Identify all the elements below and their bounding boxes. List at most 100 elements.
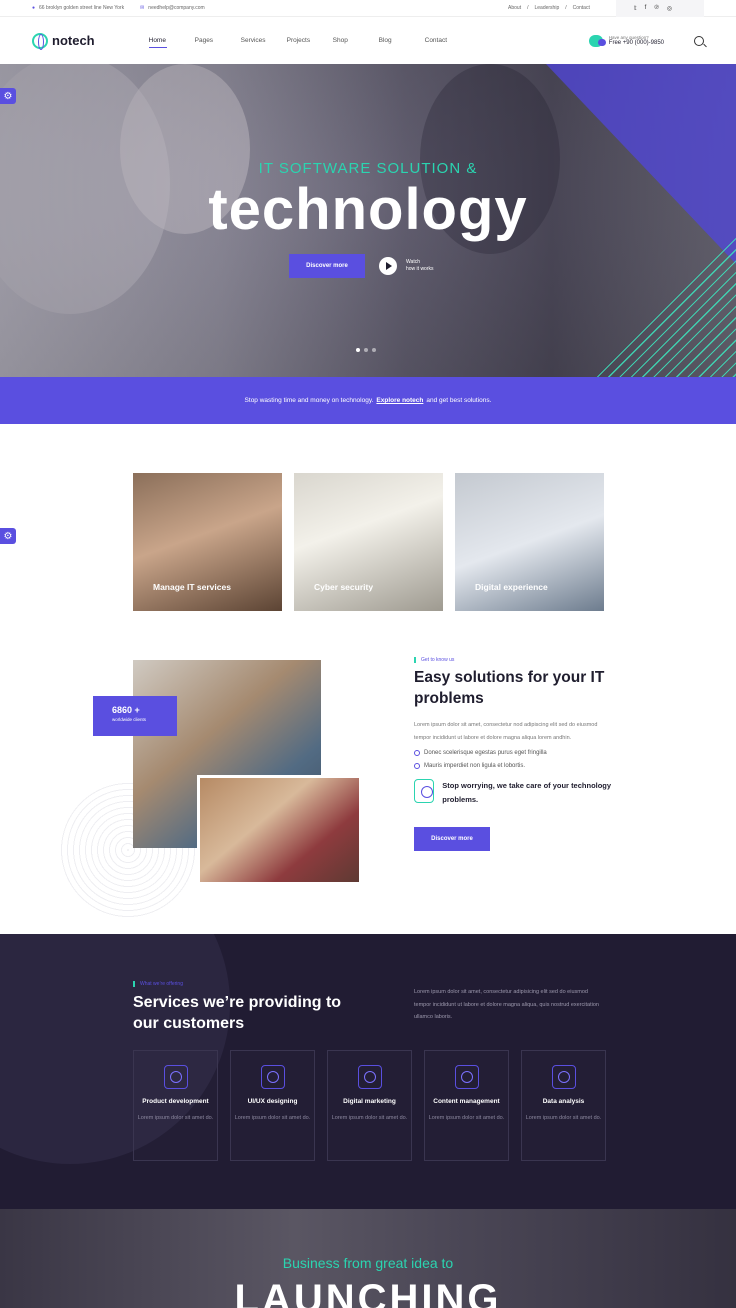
support-callout: Stop worrying, we take care of your tech… xyxy=(414,779,614,807)
email-link[interactable]: needhelp@company.com xyxy=(148,5,204,11)
watch-label: Watch xyxy=(406,259,420,265)
settings-gear-icon[interactable]: ⚙ xyxy=(0,88,16,104)
card-label: Cyber security xyxy=(314,582,374,592)
address-text: 66 broklyn golden street line New York xyxy=(39,5,125,11)
service-name: Content management xyxy=(433,1098,500,1105)
service-digital-marketing[interactable]: Digital marketing Lorem ipsum dolor sit … xyxy=(327,1050,412,1161)
service-data-analysis[interactable]: Data analysis Lorem ipsum dolor sit amet… xyxy=(521,1050,606,1161)
nav-blog[interactable]: Blog xyxy=(379,37,425,44)
service-desc: Lorem ipsum dolor sit amet do. xyxy=(234,1115,311,1121)
service-name: Digital marketing xyxy=(343,1098,396,1105)
discover-more-button[interactable]: Discover more xyxy=(289,254,365,278)
bullet-text: Donec scelerisque egestas purus eget fri… xyxy=(424,750,547,756)
list-item: Donec scelerisque egestas purus eget fri… xyxy=(414,750,614,756)
services-grid: Product development Lorem ipsum dolor si… xyxy=(133,1050,606,1161)
launch-title: LAUNCHING xyxy=(234,1277,502,1308)
instagram-icon[interactable]: ◎ xyxy=(667,5,672,12)
service-name: Product development xyxy=(142,1098,209,1105)
list-item: Mauris imperdiet non ligula et lobortis. xyxy=(414,763,614,769)
services-eyebrow: What we’re offering xyxy=(133,981,183,987)
nav-home[interactable]: Home xyxy=(148,37,195,48)
services-intro: Lorem ipsum dolor sit amet, consectetur … xyxy=(414,989,599,1020)
support-agent-icon xyxy=(414,779,435,803)
hero-title: technology xyxy=(208,177,528,242)
promo-band: Stop wasting time and money on technolog… xyxy=(0,377,736,424)
stat-label: worldwide clients xyxy=(112,717,147,722)
promo-text: Stop wasting time and money on technolog… xyxy=(244,397,374,404)
main-header: notech Home Pages Services Projects Shop… xyxy=(0,17,736,64)
service-desc: Lorem ipsum dolor sit amet do. xyxy=(525,1115,602,1121)
analytics-icon xyxy=(551,1065,576,1089)
card-manage-it[interactable]: Manage IT services xyxy=(133,473,282,611)
service-content-management[interactable]: Content management Lorem ipsum dolor sit… xyxy=(424,1050,509,1161)
monitor-code-icon xyxy=(163,1065,188,1089)
social-links: 𝕥 f ℗ ◎ xyxy=(615,0,704,17)
search-icon[interactable] xyxy=(694,35,704,46)
email-item[interactable]: ✉ needhelp@company.com xyxy=(140,5,205,11)
check-circle-icon xyxy=(414,763,420,769)
help-contact[interactable]: Have any question? Free +90 (000)-9850 xyxy=(588,34,664,47)
slider-dot[interactable] xyxy=(364,348,368,352)
target-gear-icon xyxy=(357,1065,382,1089)
logo-text: notech xyxy=(52,33,95,48)
service-product-development[interactable]: Product development Lorem ipsum dolor si… xyxy=(133,1050,218,1161)
twitter-icon[interactable]: 𝕥 xyxy=(634,5,637,12)
promo-text-end: and get best solutions. xyxy=(426,397,492,404)
facebook-icon[interactable]: f xyxy=(645,5,647,11)
watch-sublabel: how it works xyxy=(406,266,434,272)
explore-notech-link[interactable]: Explore notech xyxy=(376,397,423,404)
play-icon[interactable] xyxy=(379,257,397,275)
nav-pages[interactable]: Pages xyxy=(195,37,241,44)
watch-video-link[interactable]: Watch how it works xyxy=(406,259,434,273)
slider-dot-active[interactable] xyxy=(356,348,360,352)
topbar-link-about[interactable]: About xyxy=(508,5,521,11)
bullet-text: Mauris imperdiet non ligula et lobortis. xyxy=(424,763,526,769)
about-bullets: Donec scelerisque egestas purus eget fri… xyxy=(414,750,614,769)
about-heading: Easy solutions for your IT problems xyxy=(414,669,605,707)
globe-icon xyxy=(32,32,48,50)
about-section: Get to know us Easy solutions for your I… xyxy=(414,657,614,851)
service-desc: Lorem ipsum dolor sit amet do. xyxy=(331,1115,408,1121)
service-desc: Lorem ipsum dolor sit amet do. xyxy=(137,1115,214,1121)
settings-gear-icon[interactable]: ⚙ xyxy=(0,528,16,544)
card-cyber-security[interactable]: Cyber security xyxy=(294,473,443,611)
card-digital-experience[interactable]: Digital experience xyxy=(455,473,604,611)
nav-projects[interactable]: Projects xyxy=(287,37,333,44)
nav-contact[interactable]: Contact xyxy=(425,37,471,44)
about-photo-office xyxy=(197,775,362,885)
help-phone[interactable]: Free +90 (000)-9850 xyxy=(609,40,664,46)
callout-text: Stop worrying, we take care of your tech… xyxy=(442,781,612,804)
service-desc: Lorem ipsum dolor sit amet do. xyxy=(428,1115,505,1121)
service-cards: Manage IT services Cyber security Digita… xyxy=(133,473,604,611)
service-uiux-designing[interactable]: UI/UX designing Lorem ipsum dolor sit am… xyxy=(230,1050,315,1161)
slider-dot[interactable] xyxy=(372,348,376,352)
service-name: UI/UX designing xyxy=(247,1098,298,1105)
topbar-link-leadership[interactable]: Leadership xyxy=(534,5,559,11)
slider-dots xyxy=(356,348,376,352)
design-tools-icon xyxy=(260,1065,285,1089)
top-bar: ● 66 broklyn golden street line New York … xyxy=(0,0,736,17)
hero-slider: IT SOFTWARE SOLUTION & technology Discov… xyxy=(0,64,736,377)
pinterest-icon[interactable]: ℗ xyxy=(654,5,658,11)
launch-banner: Business from great idea to LAUNCHING xyxy=(0,1209,736,1308)
main-nav: Home Pages Services Projects Shop Blog C… xyxy=(148,37,471,48)
services-heading: Services we’re providing to our customer… xyxy=(133,994,342,1032)
stat-number: 6860 + xyxy=(112,705,140,715)
mail-icon: ✉ xyxy=(140,5,145,11)
discover-more-button[interactable]: Discover more xyxy=(414,827,490,851)
service-name: Data analysis xyxy=(542,1098,585,1105)
address-item: ● 66 broklyn golden street line New York xyxy=(32,5,124,11)
chat-icon xyxy=(588,34,606,47)
logo[interactable]: notech xyxy=(32,32,95,50)
about-paragraph: Lorem ipsum dolor sit amet, consectetur … xyxy=(414,722,598,741)
hero-pretitle: IT SOFTWARE SOLUTION & xyxy=(258,160,478,177)
topbar-link-contact[interactable]: Contact xyxy=(573,5,590,11)
location-pin-icon: ● xyxy=(32,5,36,11)
about-eyebrow: Get to know us xyxy=(414,657,614,663)
content-flow-icon xyxy=(454,1065,479,1089)
card-label: Digital experience xyxy=(475,582,548,592)
nav-services[interactable]: Services xyxy=(241,37,287,44)
launch-pretitle: Business from great idea to xyxy=(282,1255,454,1271)
check-circle-icon xyxy=(414,750,420,756)
nav-shop[interactable]: Shop xyxy=(333,37,379,44)
